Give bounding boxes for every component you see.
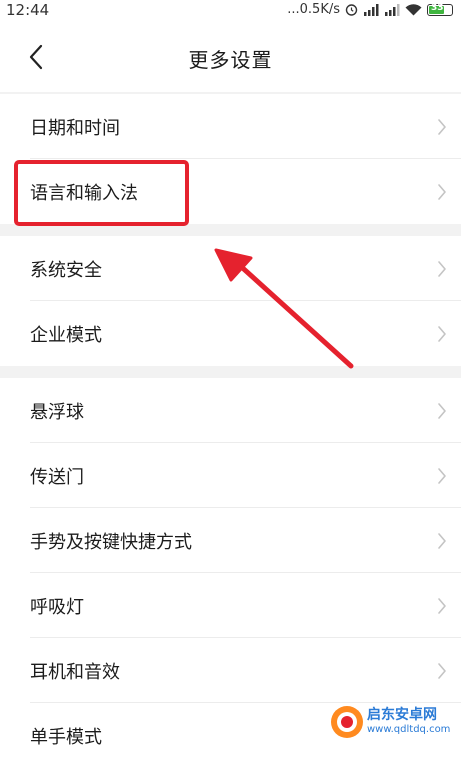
list-item-breathing-light[interactable]: 呼吸灯 — [0, 573, 461, 638]
chevron-right-icon — [438, 119, 446, 135]
alarm-icon — [345, 4, 358, 16]
list-item-system-security[interactable]: 系统安全 — [0, 236, 461, 301]
header: 更多设置 — [0, 22, 461, 92]
list-item-gesture-shortcuts[interactable]: 手势及按键快捷方式 — [0, 508, 461, 573]
list-item-language-input[interactable]: 语言和输入法 — [0, 159, 461, 224]
battery-icon: 33 — [427, 2, 453, 16]
network-speed: ...0.5K/s — [287, 2, 340, 17]
list-item-date-time[interactable]: 日期和时间 — [0, 94, 461, 159]
signal-icon — [364, 3, 379, 16]
status-bar: 12:44 ...0.5K/s 33 — [0, 0, 461, 22]
battery-level: 33 — [431, 2, 444, 13]
list-item-one-hand-mode[interactable]: 单手模式 — [0, 703, 461, 768]
chevron-right-icon — [438, 468, 446, 484]
list-item-floating-ball[interactable]: 悬浮球 — [0, 378, 461, 443]
chevron-right-icon — [438, 663, 446, 679]
page-title: 更多设置 — [188, 48, 273, 72]
list-item-label: 单手模式 — [30, 727, 102, 748]
list-item-label: 耳机和音效 — [30, 662, 120, 683]
list-item-label: 日期和时间 — [30, 118, 120, 139]
list-item-headphones-audio[interactable]: 耳机和音效 — [0, 638, 461, 703]
wifi-icon — [405, 3, 422, 15]
chevron-right-icon — [438, 184, 446, 200]
status-icons: ...0.5K/s 33 — [287, 2, 453, 17]
list-item-enterprise-mode[interactable]: 企业模式 — [0, 301, 461, 366]
chevron-right-icon — [438, 598, 446, 614]
chevron-right-icon — [438, 261, 446, 277]
status-time: 12:44 — [6, 1, 50, 19]
list-item-label: 手势及按键快捷方式 — [30, 532, 192, 553]
chevron-right-icon — [438, 403, 446, 419]
list-item-portal[interactable]: 传送门 — [0, 443, 461, 508]
group-gap — [0, 366, 461, 378]
list-item-label: 悬浮球 — [30, 402, 84, 423]
chevron-right-icon — [438, 533, 446, 549]
list-item-label: 系统安全 — [30, 260, 102, 281]
list-item-label: 语言和输入法 — [30, 183, 138, 204]
list-item-label: 传送门 — [30, 467, 84, 488]
signal-icon-2 — [385, 3, 400, 16]
list-item-label: 呼吸灯 — [30, 597, 84, 618]
chevron-right-icon — [438, 326, 446, 342]
group-gap — [0, 222, 461, 236]
list-item-label: 企业模式 — [30, 325, 102, 346]
